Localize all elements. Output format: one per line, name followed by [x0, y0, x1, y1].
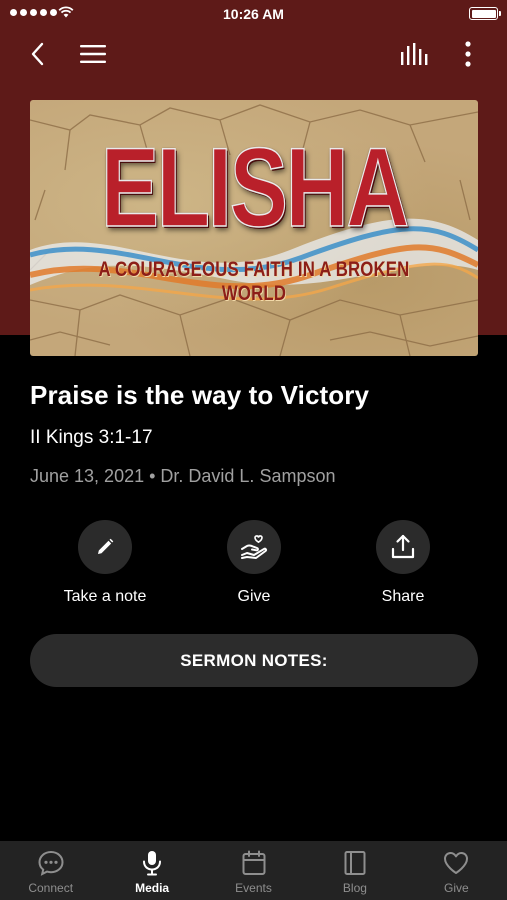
chevron-left-icon [31, 42, 44, 66]
share-label: Share [381, 588, 425, 605]
menu-button[interactable] [75, 36, 111, 72]
tab-events-label: Events [235, 881, 272, 895]
status-bar: 10:26 AM [0, 0, 507, 28]
sermon-title: Praise is the way to Victory [30, 380, 370, 410]
tab-give-label: Give [443, 881, 469, 895]
audio-button[interactable] [397, 36, 433, 72]
give-action[interactable]: Give [179, 520, 329, 606]
status-time: 10:26 AM [223, 6, 284, 22]
tab-media[interactable]: Media [101, 841, 202, 900]
book-icon [344, 851, 366, 875]
pencil-icon [98, 538, 114, 554]
tab-bar: Connect Media Events Blog Give [0, 841, 507, 900]
battery-icon [469, 7, 501, 20]
take-note-label: Take a note [63, 588, 147, 605]
tab-events[interactable]: Events [203, 841, 304, 900]
sermon-notes-label: SERMON NOTES: [180, 650, 328, 670]
give-label: Give [237, 588, 271, 605]
tab-connect-label: Connect [28, 881, 74, 895]
tab-media-label: Media [135, 881, 170, 895]
chat-bubble-icon [38, 850, 64, 876]
more-vertical-icon [465, 41, 471, 67]
tab-blog[interactable]: Blog [304, 841, 405, 900]
tab-blog-label: Blog [342, 881, 367, 895]
back-button[interactable] [20, 36, 56, 72]
take-note-button[interactable] [78, 520, 132, 574]
share-upload-icon [391, 534, 415, 559]
artwork-subtitle: A COURAGEOUS FAITH IN A BROKEN WORLD [98, 258, 410, 305]
audio-bars-icon [401, 43, 428, 65]
tab-connect[interactable]: Connect [0, 841, 101, 900]
sermon-artwork: ELISHA A COURAGEOUS FAITH IN A BROKEN WO… [30, 100, 478, 356]
hamburger-menu-icon [80, 45, 106, 63]
sermon-date-speaker: June 13, 2021 • Dr. David L. Sampson [30, 466, 336, 486]
scripture-reference: II Kings 3:1-17 [30, 427, 153, 448]
share-button[interactable] [376, 520, 430, 574]
take-note-action[interactable]: Take a note [30, 520, 180, 606]
calendar-icon [242, 850, 266, 875]
microphone-icon [143, 851, 162, 876]
sermon-notes-button[interactable]: SERMON NOTES: [30, 634, 478, 687]
more-options-button[interactable] [450, 36, 486, 72]
share-action[interactable]: Share [328, 520, 478, 606]
give-button[interactable] [227, 520, 281, 574]
artwork-title: ELISHA [100, 125, 410, 250]
tab-give[interactable]: Give [406, 841, 507, 900]
heart-icon [444, 852, 469, 874]
navigation-bar [0, 32, 507, 76]
hand-heart-icon [241, 535, 268, 559]
